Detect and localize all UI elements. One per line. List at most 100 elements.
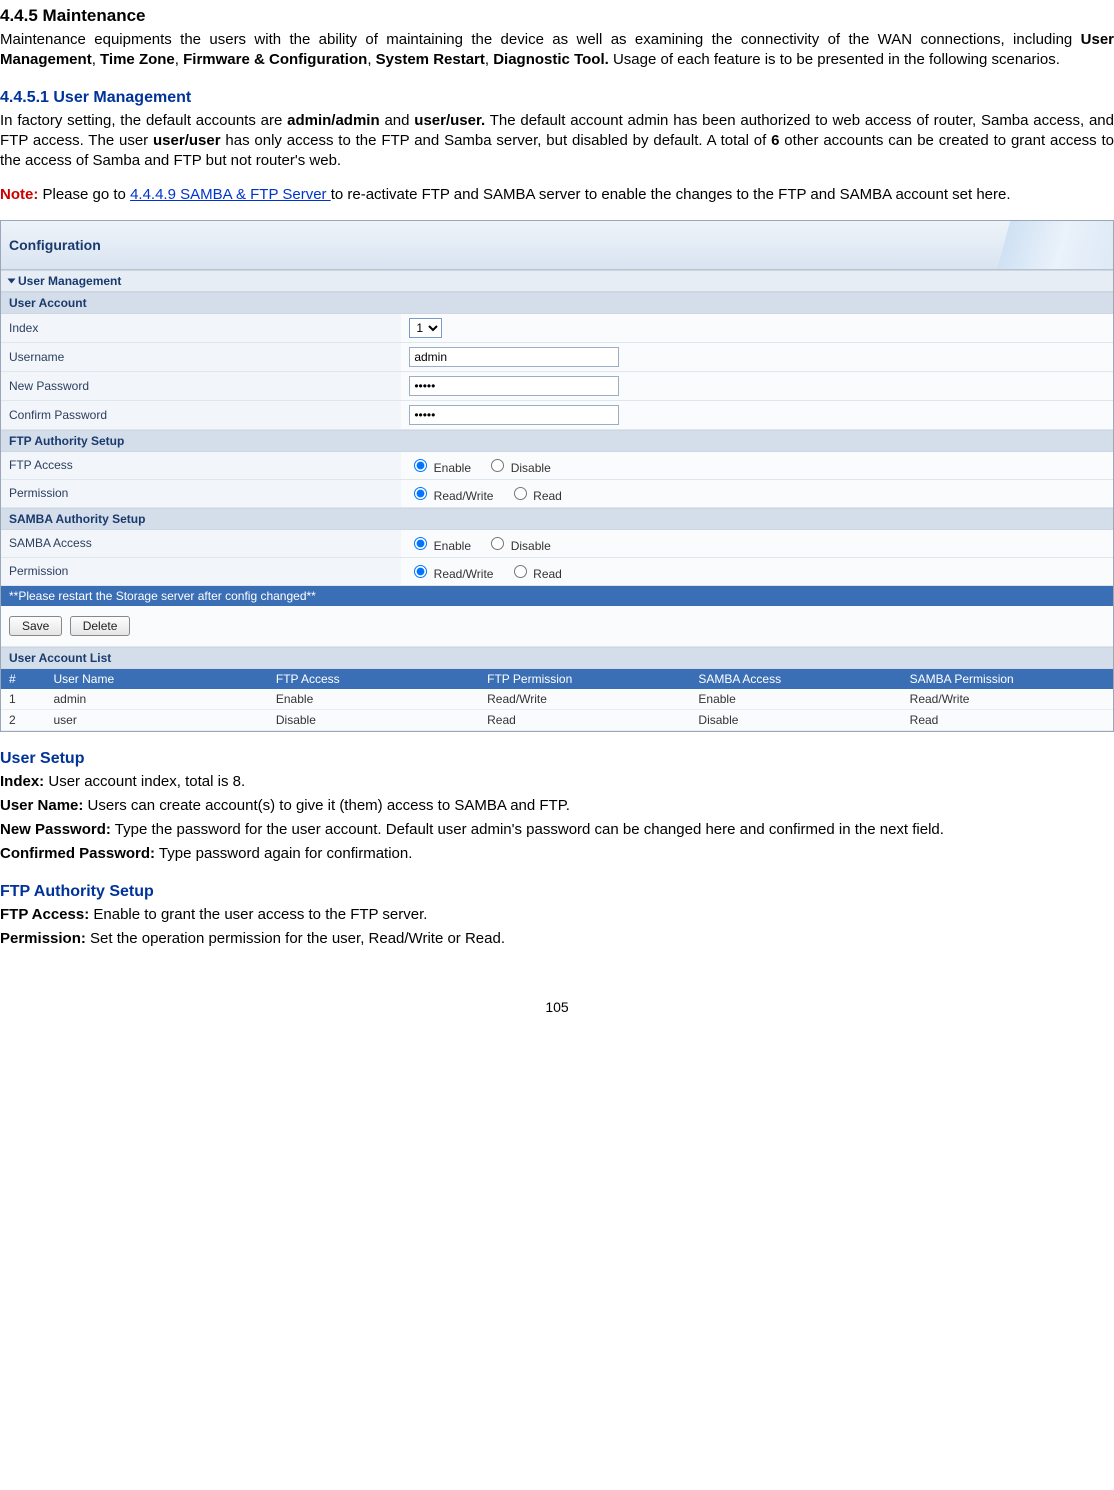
label-index: Index bbox=[1, 314, 401, 343]
th-samba-access: SAMBA Access bbox=[690, 669, 901, 689]
desc-ftp-access: FTP Access: Enable to grant the user acc… bbox=[0, 905, 1114, 925]
cell: Read/Write bbox=[479, 689, 690, 710]
section-user-account: User Account bbox=[1, 292, 1113, 314]
samba-disable-option[interactable]: Disable bbox=[486, 539, 550, 553]
table-row: 1 admin Enable Read/Write Enable Read/Wr… bbox=[1, 689, 1113, 710]
heading-user-setup: User Setup bbox=[0, 750, 1114, 768]
new-password-input[interactable] bbox=[409, 376, 619, 396]
account-list-table: # User Name FTP Access FTP Permission SA… bbox=[1, 669, 1113, 731]
table-row: 2 user Disable Read Disable Read bbox=[1, 709, 1113, 730]
samba-enable-radio[interactable] bbox=[414, 537, 427, 550]
desc-permission: Permission: Set the operation permission… bbox=[0, 929, 1114, 949]
radio-label: Read bbox=[533, 489, 562, 503]
cell: user bbox=[45, 709, 267, 730]
radio-label: Enable bbox=[434, 461, 471, 475]
text-bold: System Restart bbox=[376, 51, 485, 68]
intro-paragraph: Maintenance equipments the users with th… bbox=[0, 30, 1114, 71]
table-header-row: # User Name FTP Access FTP Permission SA… bbox=[1, 669, 1113, 689]
text: Maintenance equipments the users with th… bbox=[0, 31, 1081, 48]
th-ftp-permission: FTP Permission bbox=[479, 669, 690, 689]
text: has only access to the FTP and Samba ser… bbox=[221, 132, 772, 149]
heading-user-management: 4.4.5.1 User Management bbox=[0, 89, 1114, 107]
label-ftp-permission: Permission bbox=[1, 479, 401, 507]
cell: Read bbox=[902, 709, 1113, 730]
text: Set the operation permission for the use… bbox=[86, 930, 505, 947]
samba-rw-radio[interactable] bbox=[414, 565, 427, 578]
text: , bbox=[175, 51, 183, 68]
cell: 2 bbox=[1, 709, 45, 730]
heading-ftp-authority: FTP Authority Setup bbox=[0, 883, 1114, 901]
label-samba-access: SAMBA Access bbox=[1, 530, 401, 558]
samba-rw-option[interactable]: Read/Write bbox=[409, 567, 493, 581]
desc-confirmed-password: Confirmed Password: Type password again … bbox=[0, 844, 1114, 864]
ftp-r-option[interactable]: Read bbox=[509, 489, 562, 503]
user-management-paragraph: In factory setting, the default accounts… bbox=[0, 111, 1114, 172]
label: User Name: bbox=[0, 797, 83, 814]
desc-index: Index: User account index, total is 8. bbox=[0, 772, 1114, 792]
radio-label: Disable bbox=[511, 461, 551, 475]
button-row: Save Delete bbox=[1, 606, 1113, 647]
section-label: User Management bbox=[18, 274, 121, 288]
th-username: User Name bbox=[45, 669, 267, 689]
config-header: Configuration bbox=[1, 221, 1113, 270]
configuration-panel: Configuration User Management User Accou… bbox=[0, 220, 1114, 732]
triangle-icon bbox=[8, 279, 16, 284]
label: FTP Access: bbox=[0, 906, 89, 923]
samba-enable-option[interactable]: Enable bbox=[409, 539, 471, 553]
label-samba-permission: Permission bbox=[1, 557, 401, 585]
section-account-list: User Account List bbox=[1, 647, 1113, 669]
heading-maintenance: 4.4.5 Maintenance bbox=[0, 6, 1114, 26]
save-button[interactable]: Save bbox=[9, 616, 62, 636]
cell: Read/Write bbox=[902, 689, 1113, 710]
label: New Password: bbox=[0, 821, 111, 838]
text-bold: Firmware & Configuration bbox=[183, 51, 367, 68]
ftp-auth-form: FTP Access Enable Disable Permission Rea… bbox=[1, 452, 1113, 508]
radio-label: Read/Write bbox=[434, 567, 494, 581]
ftp-rw-radio[interactable] bbox=[414, 487, 427, 500]
config-title: Configuration bbox=[9, 237, 101, 253]
section-user-management[interactable]: User Management bbox=[1, 270, 1113, 292]
ftp-disable-option[interactable]: Disable bbox=[486, 461, 550, 475]
confirm-password-input[interactable] bbox=[409, 405, 619, 425]
text: , bbox=[485, 51, 493, 68]
ftp-r-radio[interactable] bbox=[514, 487, 527, 500]
text: Type password again for confirmation. bbox=[155, 845, 412, 862]
samba-ftp-link[interactable]: 4.4.4.9 SAMBA & FTP Server bbox=[130, 186, 331, 203]
samba-disable-radio[interactable] bbox=[491, 537, 504, 550]
text: , bbox=[367, 51, 375, 68]
header-graphic bbox=[933, 221, 1113, 269]
restart-note: **Please restart the Storage server afte… bbox=[1, 586, 1113, 606]
user-account-form: Index 1 Username New Password Confirm Pa… bbox=[1, 314, 1113, 430]
text: Usage of each feature is to be presented… bbox=[609, 51, 1060, 68]
ftp-enable-radio[interactable] bbox=[414, 459, 427, 472]
label: Permission: bbox=[0, 930, 86, 947]
radio-label: Enable bbox=[434, 539, 471, 553]
samba-r-option[interactable]: Read bbox=[509, 567, 562, 581]
th-num: # bbox=[1, 669, 45, 689]
cell: Enable bbox=[690, 689, 901, 710]
ftp-disable-radio[interactable] bbox=[491, 459, 504, 472]
samba-r-radio[interactable] bbox=[514, 565, 527, 578]
text: Please go to bbox=[38, 186, 130, 203]
cell: Read bbox=[479, 709, 690, 730]
label: Index: bbox=[0, 773, 44, 790]
text-bold: user/user. bbox=[414, 112, 485, 129]
username-input[interactable] bbox=[409, 347, 619, 367]
page-number: 105 bbox=[0, 999, 1114, 1015]
index-select[interactable]: 1 bbox=[409, 318, 442, 338]
text: Type the password for the user account. … bbox=[111, 821, 944, 838]
radio-label: Read bbox=[533, 567, 562, 581]
text: , bbox=[92, 51, 100, 68]
cell: admin bbox=[45, 689, 267, 710]
text-bold: Time Zone bbox=[100, 51, 175, 68]
section-ftp-auth: FTP Authority Setup bbox=[1, 430, 1113, 452]
note-label: Note: bbox=[0, 186, 38, 203]
delete-button[interactable]: Delete bbox=[70, 616, 131, 636]
ftp-enable-option[interactable]: Enable bbox=[409, 461, 471, 475]
ftp-rw-option[interactable]: Read/Write bbox=[409, 489, 493, 503]
text: In factory setting, the default accounts… bbox=[0, 112, 287, 129]
text: to re-activate FTP and SAMBA server to e… bbox=[331, 186, 1011, 203]
text: Enable to grant the user access to the F… bbox=[89, 906, 427, 923]
th-samba-permission: SAMBA Permission bbox=[902, 669, 1113, 689]
text: Users can create account(s) to give it (… bbox=[83, 797, 570, 814]
